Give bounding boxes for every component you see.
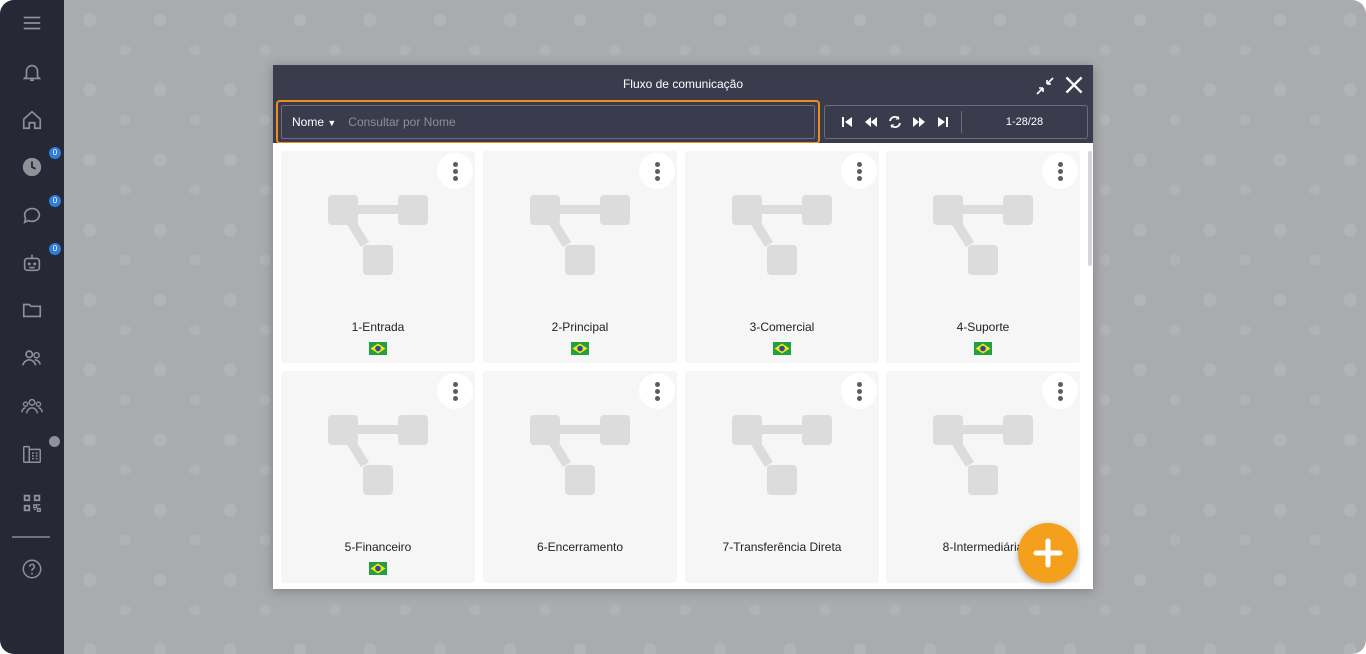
flow-diagram-icon xyxy=(732,195,832,275)
card-title: 3-Comercial xyxy=(749,320,815,334)
home-icon xyxy=(22,110,42,130)
sidebar-item-home[interactable] xyxy=(0,100,64,140)
flow-card[interactable]: 1-Entrada xyxy=(281,151,475,363)
sidebar-item-groups[interactable] xyxy=(0,386,64,426)
sidebar-item-qr-code[interactable] xyxy=(0,483,64,523)
card-menu-button[interactable] xyxy=(437,373,473,409)
card-title: 4-Suporte xyxy=(956,320,1010,334)
users-icon xyxy=(22,350,42,366)
modal-title: Fluxo de comunicação xyxy=(622,77,744,91)
rewind-icon xyxy=(865,117,877,127)
refresh-button[interactable] xyxy=(883,110,907,134)
more-vertical-icon xyxy=(856,381,862,402)
flow-diagram-icon xyxy=(530,415,630,495)
group-icon xyxy=(21,398,43,414)
search-input[interactable] xyxy=(348,115,814,129)
sidebar-item-help[interactable] xyxy=(0,549,64,589)
next-page-button[interactable] xyxy=(907,110,931,134)
flow-diagram-icon xyxy=(933,415,1033,495)
card-menu-button[interactable] xyxy=(841,153,877,189)
sidebar: 0 0 0 xyxy=(0,0,64,654)
flow-modal: Fluxo de comunicação Nome ▼ Consultar po… xyxy=(273,65,1093,589)
more-vertical-icon xyxy=(856,161,862,182)
search-field-label: Nome xyxy=(292,115,325,129)
brazil-flag-icon xyxy=(773,342,791,355)
last-page-button[interactable] xyxy=(931,110,955,134)
caret-down-icon: ▼ xyxy=(327,118,337,128)
search-field-dropdown[interactable]: Nome ▼ xyxy=(292,115,336,129)
more-vertical-icon xyxy=(1057,161,1063,182)
flow-card[interactable]: 4-Suporte xyxy=(886,151,1080,363)
card-title: 1-Entrada xyxy=(351,320,405,334)
flow-card[interactable]: 7-Transferência Direta xyxy=(685,371,879,583)
more-vertical-icon xyxy=(654,161,660,182)
scrollbar[interactable] xyxy=(1088,151,1092,266)
help-icon xyxy=(22,559,42,579)
brazil-flag-icon xyxy=(369,342,387,355)
sidebar-item-files[interactable] xyxy=(0,290,64,330)
flow-card[interactable]: 2-Principal xyxy=(483,151,677,363)
qr-code-icon xyxy=(23,494,41,512)
brazil-flag-icon xyxy=(974,342,992,355)
chat-badge: 0 xyxy=(49,195,61,207)
bot-badge: 0 xyxy=(49,243,61,255)
flow-diagram-icon xyxy=(328,195,428,275)
flow-diagram-icon xyxy=(933,195,1033,275)
more-vertical-icon xyxy=(654,381,660,402)
sidebar-divider xyxy=(12,536,50,538)
pager-range: 1-28/28 xyxy=(1005,116,1044,128)
flow-diagram-icon xyxy=(530,195,630,275)
card-menu-button[interactable] xyxy=(841,373,877,409)
search-box: Nome ▼ xyxy=(276,100,820,144)
history-badge: 0 xyxy=(49,147,61,159)
phone-directory-icon xyxy=(23,445,41,463)
flow-card[interactable]: 5-Financeiro xyxy=(281,371,475,583)
clock-icon xyxy=(22,157,42,177)
minimize-button[interactable] xyxy=(1033,74,1057,98)
add-flow-button[interactable] xyxy=(1018,523,1078,583)
more-vertical-icon xyxy=(452,161,458,182)
app-window: 0 0 0 Fluxo de comunicação Nome ▼ Consul… xyxy=(0,0,1366,654)
card-title: 7-Transferência Direta xyxy=(722,540,842,554)
brazil-flag-icon xyxy=(369,562,387,575)
folder-icon xyxy=(22,303,42,318)
pagination-bar: 1-28/28 xyxy=(824,105,1088,139)
collapse-arrows-icon xyxy=(1036,77,1054,95)
search-inner: Nome ▼ xyxy=(281,105,815,139)
menu-button[interactable] xyxy=(0,3,64,43)
sidebar-item-users[interactable] xyxy=(0,338,64,378)
fast-forward-icon xyxy=(913,117,925,127)
card-menu-button[interactable] xyxy=(639,373,675,409)
more-vertical-icon xyxy=(1057,381,1063,402)
close-button[interactable] xyxy=(1061,72,1087,98)
bell-icon xyxy=(22,64,42,82)
sidebar-item-notifications[interactable] xyxy=(0,52,64,92)
refresh-icon xyxy=(889,116,901,128)
card-menu-button[interactable] xyxy=(1042,373,1078,409)
card-title: 2-Principal xyxy=(551,320,609,334)
skip-last-icon xyxy=(938,117,948,127)
plus-icon xyxy=(1033,538,1063,568)
first-page-button[interactable] xyxy=(835,110,859,134)
card-title: 6-Encerramento xyxy=(536,540,624,554)
flow-diagram-icon xyxy=(328,415,428,495)
chat-bubble-icon xyxy=(23,207,41,224)
card-menu-button[interactable] xyxy=(1042,153,1078,189)
more-vertical-icon xyxy=(452,381,458,402)
menu-icon xyxy=(23,16,41,30)
flow-card[interactable]: 3-Comercial xyxy=(685,151,879,363)
flow-diagram-icon xyxy=(732,415,832,495)
brazil-flag-icon xyxy=(571,342,589,355)
skip-first-icon xyxy=(842,117,852,127)
robot-icon xyxy=(23,254,41,272)
card-menu-button[interactable] xyxy=(639,153,675,189)
modal-header: Fluxo de comunicação Nome ▼ Consultar po… xyxy=(273,65,1093,144)
flow-cards-grid: 1-Entrada 2-Principal 3-Comercial 4-Suporte… xyxy=(273,143,1093,589)
card-menu-button[interactable] xyxy=(437,153,473,189)
previous-page-button[interactable] xyxy=(859,110,883,134)
flow-card[interactable]: 6-Encerramento xyxy=(483,371,677,583)
close-icon xyxy=(1065,76,1083,94)
directory-status-dot xyxy=(49,436,60,447)
card-title: 5-Financeiro xyxy=(344,540,412,554)
